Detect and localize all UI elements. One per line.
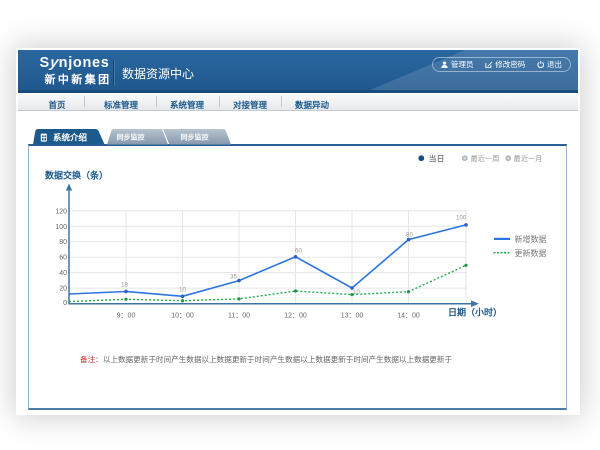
svg-text:80: 80 bbox=[59, 239, 67, 246]
svg-text:10：00: 10：00 bbox=[171, 313, 194, 320]
svg-text:14：00: 14：00 bbox=[397, 313, 420, 320]
svg-text:0: 0 bbox=[63, 300, 67, 307]
svg-text:35: 35 bbox=[230, 274, 237, 281]
svg-text:11：00: 11：00 bbox=[228, 313, 250, 320]
svg-text:当日: 当日 bbox=[429, 153, 445, 163]
svg-text:40: 40 bbox=[59, 270, 67, 277]
svg-text:新增数据: 新增数据 bbox=[515, 234, 547, 244]
svg-text:60: 60 bbox=[59, 255, 67, 262]
svg-text:18: 18 bbox=[121, 282, 128, 289]
svg-text:60: 60 bbox=[295, 248, 302, 255]
svg-text:数据交换（条）: 数据交换（条） bbox=[45, 170, 108, 181]
svg-text:80: 80 bbox=[406, 232, 413, 239]
svg-text:12：00: 12：00 bbox=[284, 313, 307, 320]
svg-text:100: 100 bbox=[456, 215, 467, 222]
svg-text:100: 100 bbox=[55, 224, 67, 231]
svg-text:10: 10 bbox=[179, 287, 186, 294]
svg-text:9：00: 9：00 bbox=[117, 313, 136, 320]
svg-text:最近一周: 最近一周 bbox=[471, 154, 500, 163]
svg-text:10: 10 bbox=[353, 289, 360, 296]
svg-text:20: 20 bbox=[59, 286, 67, 293]
svg-text:最近一月: 最近一月 bbox=[514, 154, 543, 163]
svg-text:更新数据: 更新数据 bbox=[515, 248, 547, 258]
svg-text:120: 120 bbox=[55, 208, 67, 215]
svg-text:日期（小时）: 日期（小时） bbox=[448, 307, 502, 318]
svg-text:13：00: 13：00 bbox=[341, 313, 364, 320]
